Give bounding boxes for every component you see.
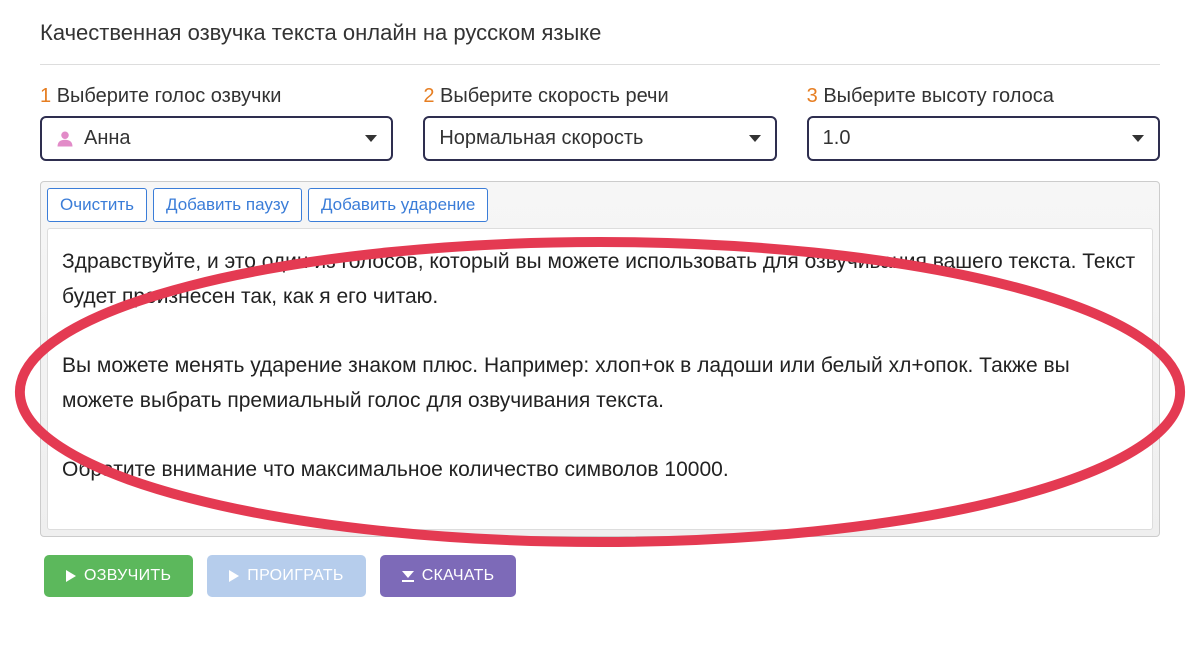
step-text: Выберите скорость речи <box>440 85 669 107</box>
step-text: Выберите голос озвучки <box>57 85 282 107</box>
dropdown-content: Нормальная скорость <box>439 127 643 150</box>
text-input[interactable]: Здравствуйте, и это один из голосов, кот… <box>62 245 1138 515</box>
speed-dropdown[interactable]: Нормальная скорость <box>423 116 776 161</box>
editor-toolbar: Очистить Добавить паузу Добавить ударени… <box>47 188 1153 222</box>
add-pause-button[interactable]: Добавить паузу <box>153 188 302 222</box>
speak-label: ОЗВУЧИТЬ <box>84 567 171 585</box>
pitch-control: 3 Выберите высоту голоса 1.0 <box>807 85 1160 161</box>
pitch-value: 1.0 <box>823 127 851 150</box>
action-buttons: ОЗВУЧИТЬ ПРОИГРАТЬ СКАЧАТЬ <box>40 555 1160 597</box>
play-icon <box>66 570 76 582</box>
chevron-down-icon <box>365 135 377 142</box>
speak-button[interactable]: ОЗВУЧИТЬ <box>44 555 193 597</box>
chevron-down-icon <box>1132 135 1144 142</box>
add-stress-button[interactable]: Добавить ударение <box>308 188 488 222</box>
voice-label: 1 Выберите голос озвучки <box>40 85 393 108</box>
step-number: 3 <box>807 85 818 107</box>
clear-button[interactable]: Очистить <box>47 188 147 222</box>
download-icon <box>402 571 414 582</box>
play-label: ПРОИГРАТЬ <box>247 567 343 585</box>
page-title: Качественная озвучка текста онлайн на ру… <box>40 20 1160 65</box>
pitch-label: 3 Выберите высоту голоса <box>807 85 1160 108</box>
step-text: Выберите высоту голоса <box>823 85 1054 107</box>
voice-value: Анна <box>84 127 131 150</box>
chevron-down-icon <box>749 135 761 142</box>
step-number: 2 <box>423 85 434 107</box>
controls-row: 1 Выберите голос озвучки Анна 2 Выберите… <box>40 85 1160 161</box>
voice-control: 1 Выберите голос озвучки Анна <box>40 85 393 161</box>
voice-dropdown[interactable]: Анна <box>40 116 393 161</box>
speed-value: Нормальная скорость <box>439 127 643 150</box>
textarea-wrap: Здравствуйте, и это один из голосов, кот… <box>47 228 1153 530</box>
pitch-dropdown[interactable]: 1.0 <box>807 116 1160 161</box>
dropdown-content: Анна <box>56 127 131 150</box>
person-icon <box>56 130 74 148</box>
download-button[interactable]: СКАЧАТЬ <box>380 555 517 597</box>
step-number: 1 <box>40 85 51 107</box>
dropdown-content: 1.0 <box>823 127 851 150</box>
speed-control: 2 Выберите скорость речи Нормальная скор… <box>423 85 776 161</box>
download-label: СКАЧАТЬ <box>422 567 495 585</box>
text-panel: Очистить Добавить паузу Добавить ударени… <box>40 181 1160 537</box>
play-button[interactable]: ПРОИГРАТЬ <box>207 555 365 597</box>
play-icon <box>229 570 239 582</box>
speed-label: 2 Выберите скорость речи <box>423 85 776 108</box>
